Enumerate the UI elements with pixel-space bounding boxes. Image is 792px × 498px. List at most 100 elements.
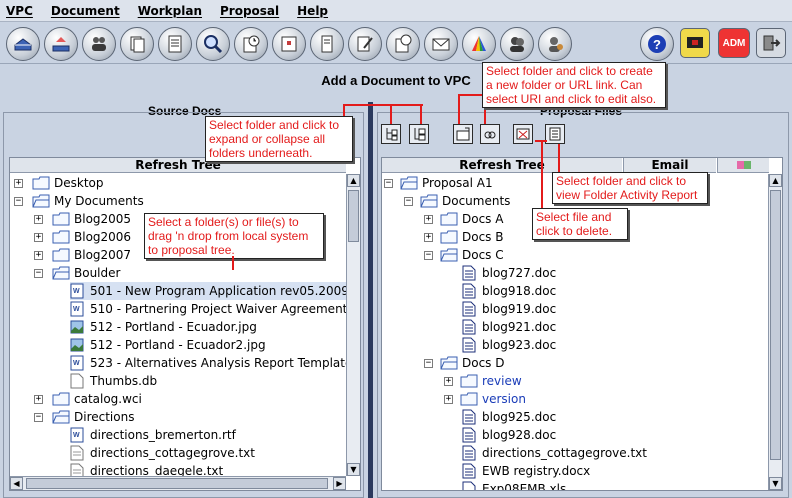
image-file-icon	[70, 320, 84, 334]
open-folder-icon	[420, 194, 438, 208]
document-icon	[462, 481, 476, 490]
tree-label: directions_cottagegrove.txt	[482, 446, 647, 460]
scroll-left-icon[interactable]: ◀	[10, 477, 23, 490]
admin-button[interactable]: ADM	[718, 28, 750, 58]
tree-label: Blog2007	[74, 248, 132, 262]
tree-row[interactable]: blog925.doc	[462, 408, 556, 426]
tree-row[interactable]: EWB registry.docx	[462, 462, 590, 480]
scroll-up-icon[interactable]: ▲	[347, 174, 360, 187]
menu-help[interactable]: Help	[295, 2, 330, 20]
activity-report-button[interactable]	[545, 124, 565, 144]
menu-workplan[interactable]: Workplan	[136, 2, 204, 20]
menu-document[interactable]: Document	[49, 2, 122, 20]
user-settings-icon[interactable]	[538, 27, 572, 61]
scroll-up-icon[interactable]: ▲	[769, 174, 782, 187]
report-icon[interactable]	[386, 27, 420, 61]
users-icon[interactable]	[500, 27, 534, 61]
tree-label: blog925.doc	[482, 410, 557, 424]
menu-proposal[interactable]: Proposal	[218, 2, 281, 20]
column-chooser[interactable]	[717, 158, 769, 173]
color-palette-icon[interactable]	[462, 27, 496, 61]
tree-label: blog727.doc	[482, 266, 557, 280]
document-icon	[462, 337, 476, 353]
tree-row[interactable]: Exp08EMB.xls	[462, 480, 567, 491]
schedule-icon[interactable]	[234, 27, 268, 61]
tree-label: Desktop	[54, 176, 104, 190]
tree-row[interactable]: Wdirections_bremerton.rtf	[70, 426, 236, 444]
scroll-thumb[interactable]	[348, 190, 359, 242]
svg-text:W: W	[73, 360, 80, 367]
exit-icon[interactable]	[756, 28, 786, 58]
proposal-vertical-scrollbar[interactable]: ▲ ▼	[768, 174, 782, 490]
tree-row[interactable]: directions_cottagegrove.txt	[70, 444, 255, 462]
svg-text:W: W	[73, 288, 80, 295]
tree-row[interactable]: blog921.doc	[462, 318, 556, 336]
people-icon[interactable]	[82, 27, 116, 61]
word-doc-icon: W	[70, 355, 84, 371]
open-folder-icon	[52, 410, 70, 424]
folder-icon	[52, 230, 70, 244]
tree-row-selected[interactable]: W 501 - New Program Application rev05.200…	[70, 282, 360, 300]
text-file-icon	[70, 445, 84, 461]
tree-row[interactable]: Thumbs.db	[70, 372, 157, 390]
add-document-icon[interactable]	[158, 27, 192, 61]
tree-label: 512 - Portland - Ecuador.jpg	[90, 320, 257, 334]
tree-row[interactable]: blog918.doc	[462, 282, 556, 300]
page-title: Add a Document to VPC	[321, 73, 471, 88]
svg-text:W: W	[73, 306, 80, 313]
edit-icon[interactable]	[348, 27, 382, 61]
monitor-icon[interactable]	[680, 28, 710, 58]
mail-icon[interactable]	[424, 27, 458, 61]
notepad-icon[interactable]	[310, 27, 344, 61]
tree-label: Exp08EMB.xls	[482, 482, 567, 491]
calendar-icon[interactable]	[272, 27, 306, 61]
callout-expand-collapse: Select folder and click to expand or col…	[205, 116, 353, 162]
search-icon[interactable]	[196, 27, 230, 61]
folder-icon	[52, 212, 70, 226]
email-column-header[interactable]: Email	[623, 158, 716, 173]
tree-row[interactable]: 512 - Portland - Ecuador.jpg	[70, 318, 257, 336]
tree-row[interactable]: directions_cottagegrove.txt	[462, 444, 647, 462]
tree-row[interactable]: blog727.doc	[462, 264, 556, 282]
svg-text:?: ?	[653, 37, 661, 52]
tree-label: EWB registry.docx	[482, 464, 591, 478]
scroll-thumb[interactable]	[770, 190, 781, 460]
new-folder-button[interactable]	[453, 124, 473, 144]
scroll-thumb[interactable]	[26, 478, 328, 489]
url-link-button[interactable]	[480, 124, 500, 144]
document-icon	[462, 427, 476, 443]
tree-label: Docs A	[462, 212, 504, 226]
tree-label: 523 - Alternatives Analysis Report Templ…	[90, 356, 361, 370]
documents-icon[interactable]	[120, 27, 154, 61]
inbox-icon[interactable]	[6, 27, 40, 61]
tree-label: version	[482, 392, 526, 406]
tree-label: Proposal A1	[422, 176, 493, 190]
tree-row[interactable]: blog919.doc	[462, 300, 556, 318]
tree-label: directions_cottagegrove.txt	[90, 446, 255, 460]
tree-row[interactable]: blog928.doc	[462, 426, 556, 444]
tree-row[interactable]: W 510 - Partnering Project Waiver Agreeme…	[70, 300, 360, 318]
source-vertical-scrollbar[interactable]: ▲ ▼	[346, 174, 360, 476]
proposal-refresh-tree[interactable]: Refresh Tree	[382, 158, 622, 173]
folder-icon	[460, 374, 478, 388]
tree-row[interactable]: 512 - Portland - Ecuador2.jpg	[70, 336, 266, 354]
tree-row[interactable]: blog923.doc	[462, 336, 556, 354]
open-folder-icon	[52, 266, 70, 280]
folder-icon	[440, 230, 458, 244]
expand-collapse-button[interactable]	[381, 124, 401, 144]
tree-label: Blog2005	[74, 212, 132, 226]
outbox-icon[interactable]	[44, 27, 78, 61]
delete-button[interactable]	[513, 124, 533, 144]
scroll-down-icon[interactable]: ▼	[769, 477, 782, 490]
menu-vpc[interactable]: VPC	[4, 2, 35, 20]
document-icon	[462, 445, 476, 461]
scroll-down-icon[interactable]: ▼	[347, 463, 360, 476]
collapse-all-button[interactable]	[409, 124, 429, 144]
scroll-right-icon[interactable]: ▶	[333, 477, 346, 490]
panel-divider[interactable]	[368, 102, 373, 498]
help-icon[interactable]: ?	[640, 27, 674, 61]
source-horizontal-scrollbar[interactable]: ◀ ▶	[10, 476, 346, 490]
tree-label: blog923.doc	[482, 338, 557, 352]
folder-icon	[440, 212, 458, 226]
tree-row[interactable]: W 523 - Alternatives Analysis Report Temp…	[70, 354, 361, 372]
